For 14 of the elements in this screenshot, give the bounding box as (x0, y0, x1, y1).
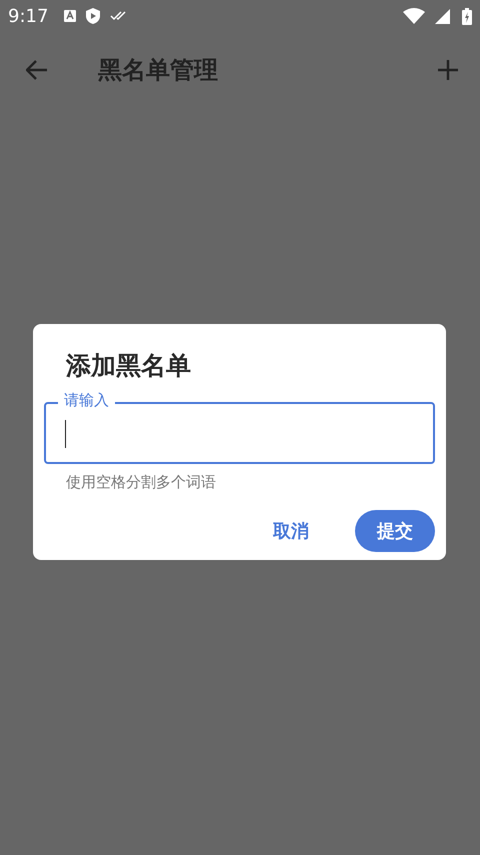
wifi-icon (403, 8, 425, 24)
status-time: 9:17 (8, 6, 48, 26)
add-icon[interactable] (438, 60, 458, 80)
screen-title: 黑名单管理 (98, 55, 218, 86)
keyboard-notification-icon (64, 10, 76, 22)
dialog-title: 添加黑名单 (66, 350, 192, 382)
helper-text: 使用空格分割多个词语 (66, 472, 217, 492)
signal-icon (435, 8, 450, 24)
battery-charging-icon (462, 8, 472, 24)
shield-play-icon (86, 8, 100, 24)
submit-button[interactable]: 提交 (355, 510, 435, 552)
field-label: 请输入 (58, 391, 115, 409)
cancel-button[interactable]: 取消 (251, 510, 331, 552)
back-arrow-icon[interactable] (26, 60, 48, 80)
